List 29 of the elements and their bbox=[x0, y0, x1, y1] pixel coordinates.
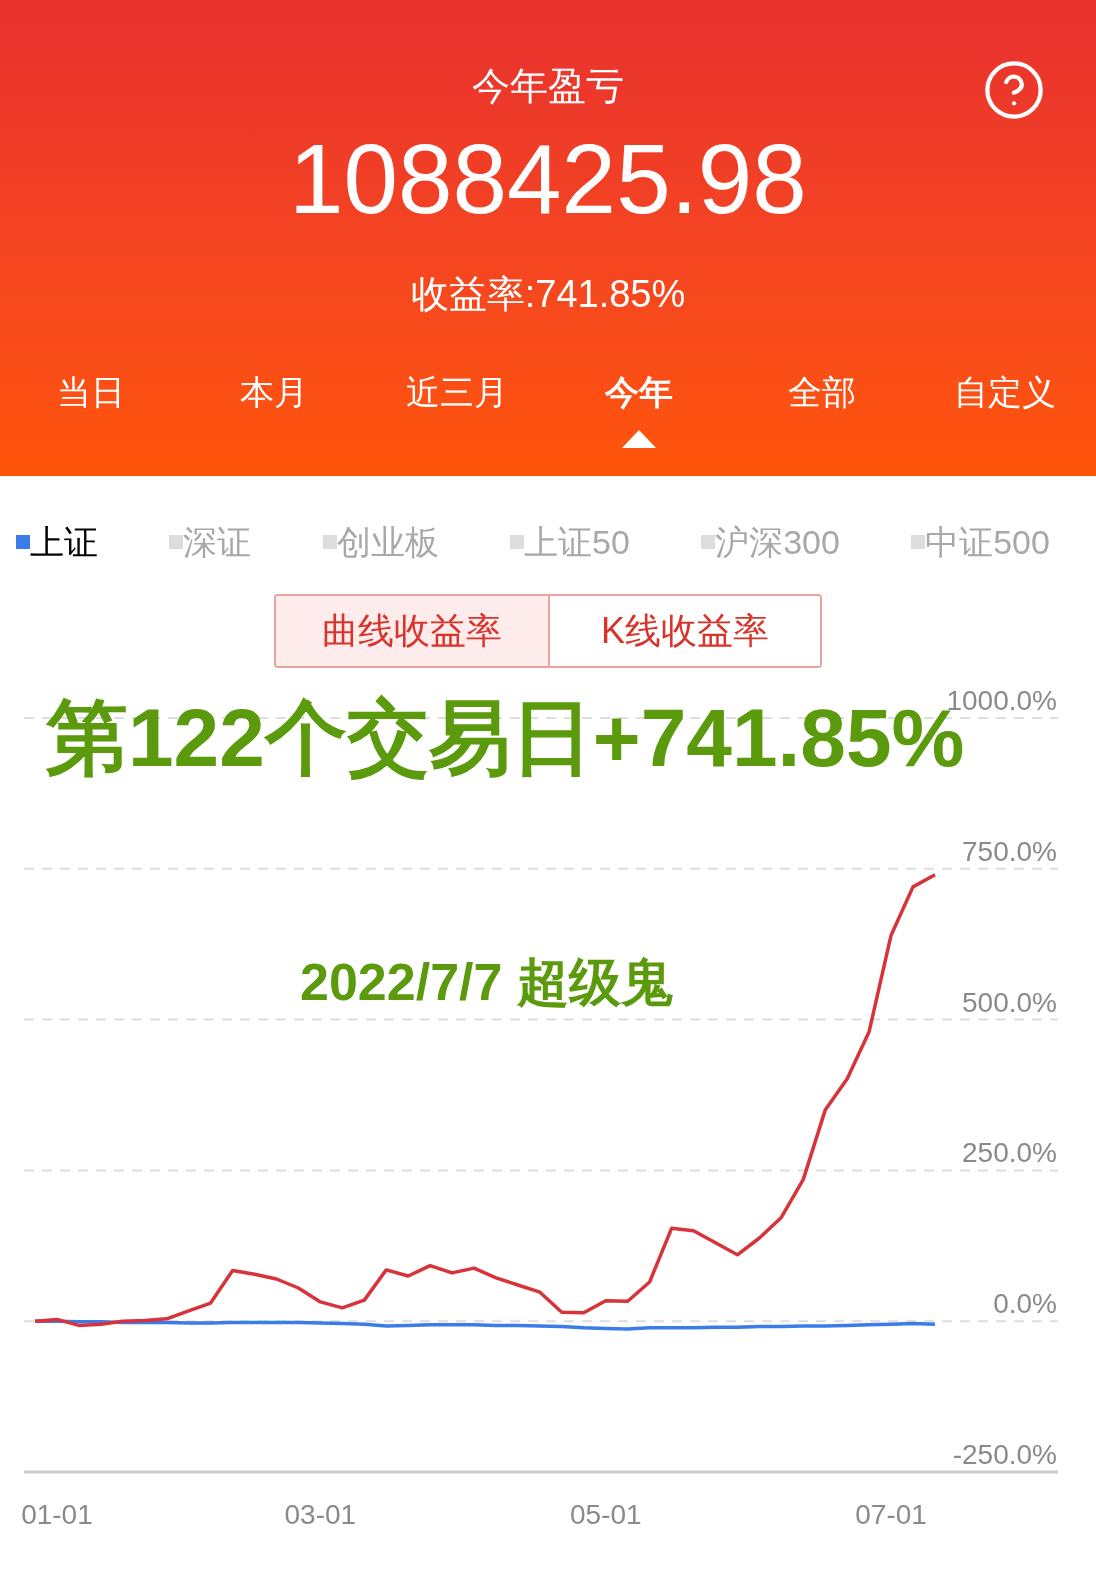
help-icon[interactable] bbox=[982, 58, 1046, 122]
period-tab[interactable]: 今年 bbox=[605, 370, 674, 414]
y-tick-label: 250.0% bbox=[962, 1137, 1057, 1169]
index-option[interactable]: 沪深300 bbox=[701, 520, 840, 564]
return-rate: 收益率:741.85% bbox=[410, 272, 686, 317]
period-tab[interactable]: 本月 bbox=[240, 370, 308, 414]
x-tick-label: 01-01 bbox=[21, 1499, 93, 1530]
chart-mode-button[interactable]: 曲线收益率 bbox=[276, 596, 548, 666]
y-tick-label: 500.0% bbox=[962, 986, 1057, 1018]
index-option[interactable]: 上证 bbox=[16, 520, 98, 564]
index-option[interactable]: 深证 bbox=[169, 520, 252, 564]
profit-amount: 1088425.98 bbox=[289, 124, 807, 234]
y-tick-label: 0.0% bbox=[993, 1288, 1057, 1320]
period-tab[interactable]: 当日 bbox=[57, 370, 126, 414]
selected-caret-icon bbox=[622, 430, 657, 448]
x-tick-label: 07-01 bbox=[855, 1499, 927, 1530]
x-tick-label: 05-01 bbox=[569, 1499, 642, 1530]
y-tick-label: -250.0% bbox=[952, 1439, 1057, 1470]
page-title: 今年盈亏 bbox=[472, 64, 624, 109]
y-tick-label: 750.0% bbox=[962, 835, 1057, 867]
index-option[interactable]: 创业板 bbox=[322, 520, 439, 564]
annotation-text: 2022/7/7 超级鬼 bbox=[300, 952, 673, 1013]
period-tab[interactable]: 近三月 bbox=[405, 370, 508, 414]
index-option[interactable]: 中证500 bbox=[911, 520, 1050, 564]
x-tick-label: 03-01 bbox=[284, 1499, 357, 1530]
index-option[interactable]: 上证50 bbox=[510, 520, 630, 564]
period-tab[interactable]: 全部 bbox=[788, 370, 856, 414]
chart-mode-button[interactable]: K线收益率 bbox=[548, 596, 820, 666]
period-tab[interactable]: 自定义 bbox=[953, 370, 1056, 414]
